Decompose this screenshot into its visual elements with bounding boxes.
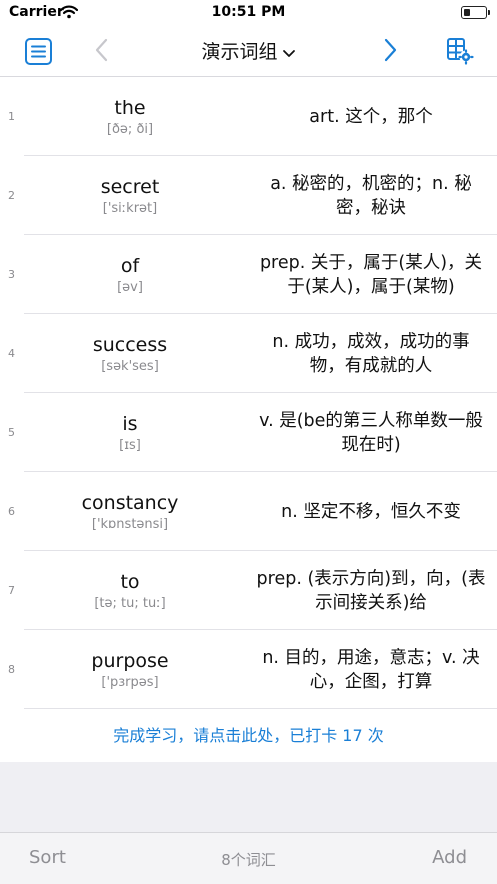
word-row[interactable]: 2 secret ['siːkrət] a. 秘密的，机密的；n. 秘密，秘诀 — [0, 156, 497, 235]
row-number: 2 — [8, 189, 15, 202]
meaning-text: art. 这个，那个 — [309, 106, 433, 127]
word-row[interactable]: 1 the [ðə; ði] art. 这个，那个 — [0, 77, 497, 156]
empty-area — [0, 762, 497, 832]
word-text: success — [92, 333, 168, 356]
word-text: is — [122, 412, 138, 435]
grid-settings-icon[interactable] — [446, 37, 474, 69]
phonetic-text: [sək'ses] — [101, 358, 159, 374]
row-number: 1 — [8, 110, 15, 123]
meaning-text: prep. 关于，属于(某人)，关于(某人)，属于(某物) — [259, 252, 483, 297]
chevron-right-icon[interactable] — [384, 38, 398, 66]
meaning-text: prep. (表示方向)到，向，(表示间接关系)给 — [256, 568, 486, 613]
navigation-bar: 演示词组 — [0, 26, 497, 77]
row-divider — [24, 708, 497, 709]
chevron-down-icon — [282, 42, 296, 64]
word-text: secret — [100, 175, 160, 198]
word-text: purpose — [91, 649, 169, 672]
add-button[interactable]: Add — [432, 847, 467, 868]
word-text: constancy — [81, 491, 179, 514]
row-number: 7 — [8, 584, 15, 597]
meaning-text: n. 坚定不移，恒久不变 — [281, 501, 461, 522]
phonetic-text: [ðə; ði] — [106, 121, 154, 137]
phonetic-text: ['kɒnstənsi] — [91, 516, 169, 532]
row-number: 6 — [8, 505, 15, 518]
word-row[interactable]: 3 of [əv] prep. 关于，属于(某人)，关于(某人)，属于(某物) — [0, 235, 497, 314]
meaning-text: n. 成功，成效，成功的事物，有成就的人 — [272, 331, 470, 376]
word-row[interactable]: 4 success [sək'ses] n. 成功，成效，成功的事物，有成就的人 — [0, 314, 497, 393]
word-column: the [ðə; ði] — [30, 77, 230, 156]
word-text: the — [114, 96, 146, 119]
meaning-text: a. 秘密的，机密的；n. 秘密，秘诀 — [270, 173, 472, 218]
battery-icon — [461, 6, 490, 19]
word-column: to [tə; tu; tuː] — [30, 551, 230, 630]
word-column: secret ['siːkrət] — [30, 156, 230, 235]
word-row[interactable]: 8 purpose ['pɜrpəs] n. 目的，用途，意志；v. 决心，企图… — [0, 630, 497, 709]
word-column: constancy ['kɒnstənsi] — [30, 472, 230, 551]
row-number: 8 — [8, 663, 15, 676]
phonetic-text: [ɪs] — [119, 437, 141, 453]
phonetic-text: ['siːkrət] — [102, 200, 158, 216]
status-bar: Carrier 10:51 PM — [0, 0, 497, 26]
phonetic-text: [əv] — [117, 279, 143, 295]
bottom-toolbar: Sort 8个词汇 Add — [0, 832, 497, 884]
word-count-label: 8个词汇 — [221, 851, 276, 869]
meaning-text: v. 是(be的第三人称单数一般现在时) — [259, 410, 483, 455]
word-column: success [sək'ses] — [30, 314, 230, 393]
word-column: of [əv] — [30, 235, 230, 314]
word-row[interactable]: 6 constancy ['kɒnstənsi] n. 坚定不移，恒久不变 — [0, 472, 497, 551]
meaning-text: n. 目的，用途，意志；v. 决心，企图，打算 — [262, 647, 480, 692]
word-row[interactable]: 5 is [ɪs] v. 是(be的第三人称单数一般现在时) — [0, 393, 497, 472]
status-time: 10:51 PM — [211, 4, 286, 20]
word-row[interactable]: 7 to [tə; tu; tuː] prep. (表示方向)到，向，(表示间接… — [0, 551, 497, 630]
word-list: 1 the [ðə; ði] art. 这个，那个 2 secret ['siː… — [0, 77, 497, 709]
word-text: of — [120, 254, 140, 277]
page-title: 演示词组 — [201, 41, 278, 63]
row-number: 3 — [8, 268, 15, 281]
row-number: 5 — [8, 426, 15, 439]
word-column: is [ɪs] — [30, 393, 230, 472]
group-title-dropdown[interactable]: 演示词组 — [0, 37, 497, 64]
phonetic-text: [tə; tu; tuː] — [94, 595, 166, 611]
word-text: to — [120, 570, 140, 593]
row-number: 4 — [8, 347, 15, 360]
phonetic-text: ['pɜrpəs] — [101, 674, 159, 690]
finish-study-link[interactable]: 完成学习，请点击此处，已打卡 17 次 — [0, 722, 497, 746]
word-column: purpose ['pɜrpəs] — [30, 630, 230, 709]
